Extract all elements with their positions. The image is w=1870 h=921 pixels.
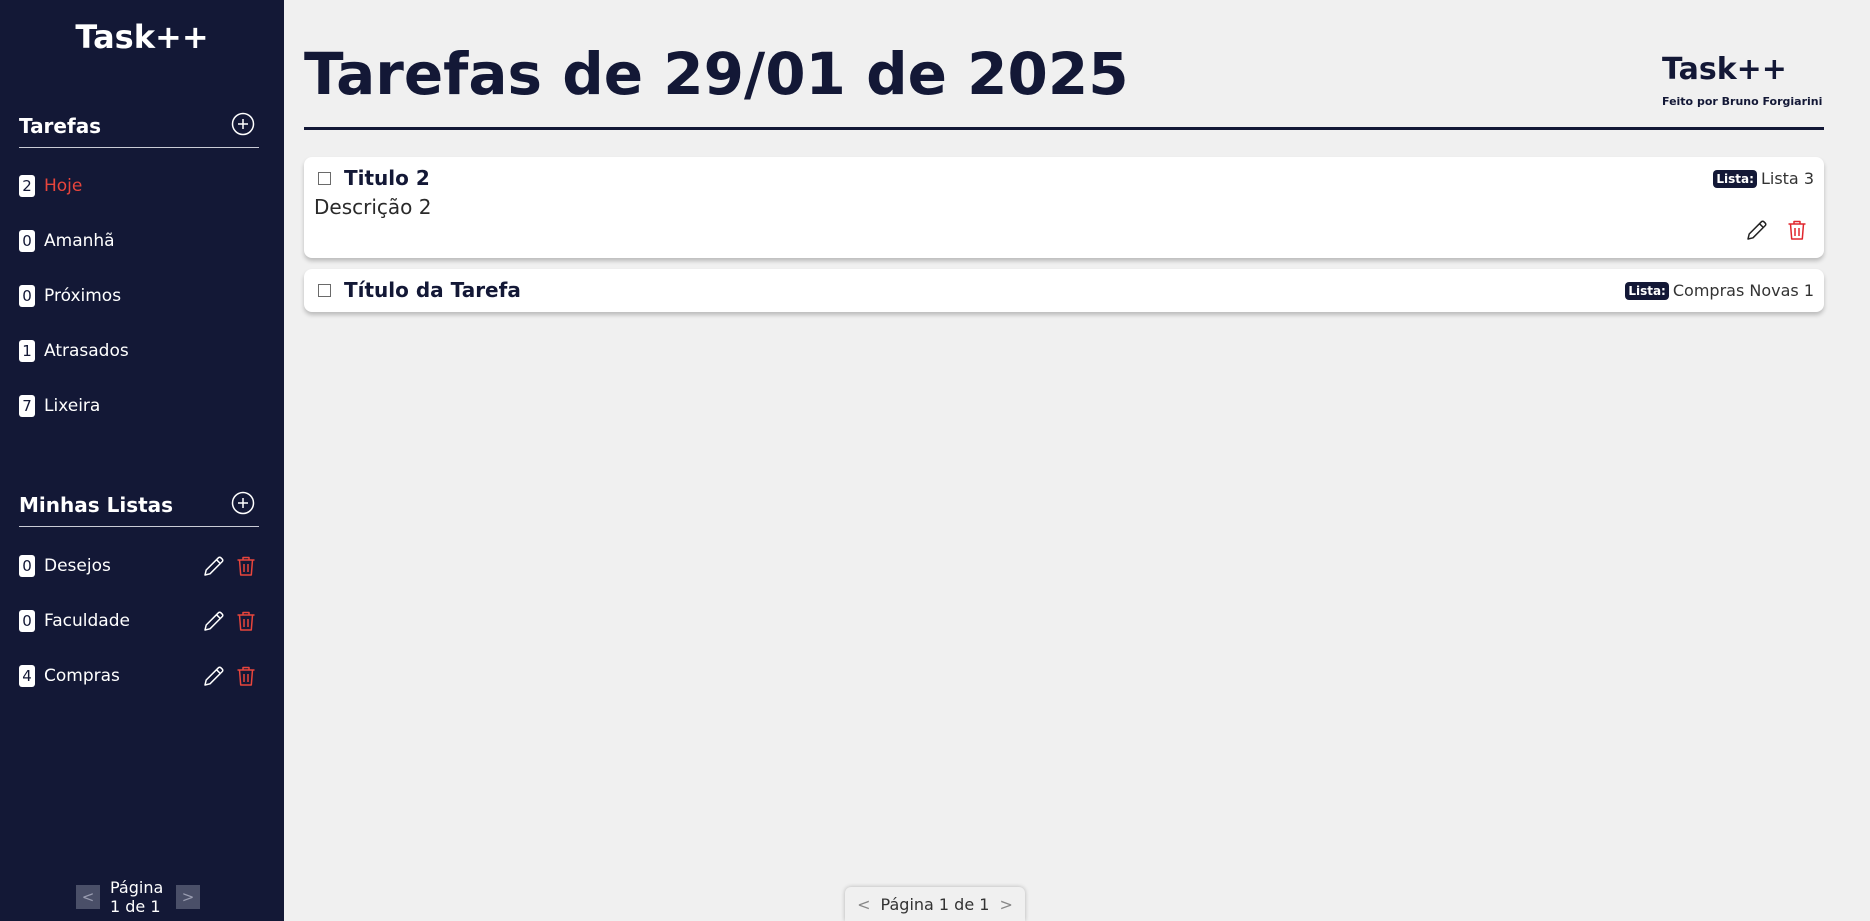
count-badge: 4 <box>19 665 35 687</box>
count-badge: 0 <box>19 230 35 252</box>
task-description: Descrição 2 <box>314 195 432 219</box>
trash-icon <box>237 666 255 686</box>
task-checkbox[interactable] <box>318 284 331 297</box>
list-name: Lista 3 <box>1760 169 1814 188</box>
edit-task-button[interactable] <box>1744 217 1770 243</box>
trash-icon <box>237 556 255 576</box>
main-pagination: < Página 1 de 1 > <box>845 887 1025 921</box>
lists-section-title: Minhas Listas <box>19 493 174 517</box>
count-badge: 2 <box>19 175 35 197</box>
sidebar-item-label: Próximos <box>44 286 122 306</box>
add-list-button[interactable] <box>231 491 255 515</box>
trash-icon <box>237 611 255 631</box>
header-divider <box>304 127 1824 130</box>
edit-list-button[interactable] <box>201 663 227 689</box>
header-brand: Task++ Feito por Bruno Forgiarini <box>1662 52 1822 108</box>
task-checkbox[interactable] <box>318 172 331 185</box>
sidebar-item-atrasados[interactable]: 1 Atrasados <box>19 337 259 365</box>
delete-list-button[interactable] <box>233 553 259 579</box>
sidebar-brand: Task++ <box>75 18 209 56</box>
count-badge: 0 <box>19 555 35 577</box>
pencil-icon <box>1747 220 1767 240</box>
sidebar-pagination: < Página 1 de 1 > <box>76 878 200 916</box>
list-item-label: Compras <box>44 666 120 686</box>
sidebar-item-hoje[interactable]: 2 Hoje <box>19 172 259 200</box>
list-tag: Lista: <box>1713 169 1757 188</box>
list-name: Compras Novas 1 <box>1672 281 1814 300</box>
main-content: Tarefas de 29/01 de 2025 Task++ Feito po… <box>284 0 1870 921</box>
page-indicator: Página 1 de 1 <box>880 894 990 914</box>
pencil-icon <box>204 556 224 576</box>
task-card[interactable]: Título da Tarefa Lista: Compras Novas 1 <box>304 269 1824 312</box>
delete-list-button[interactable] <box>233 663 259 689</box>
task-list-label: Lista: Compras Novas 1 <box>1625 281 1814 300</box>
sidebar-item-proximos[interactable]: 0 Próximos <box>19 282 259 310</box>
sidebar-item-label: Hoje <box>44 176 83 196</box>
page-title: Tarefas de 29/01 de 2025 <box>304 40 1129 108</box>
sidebar-next-page-button[interactable]: > <box>176 885 200 909</box>
prev-page-button[interactable]: < <box>847 895 880 914</box>
edit-list-button[interactable] <box>201 553 227 579</box>
count-badge: 0 <box>19 285 35 307</box>
delete-task-button[interactable] <box>1784 217 1810 243</box>
tasks-section-title: Tarefas <box>19 114 102 138</box>
list-item-faculdade[interactable]: 0 Faculdade <box>19 607 259 635</box>
task-card[interactable]: Titulo 2 Descrição 2 Lista: Lista 3 <box>304 157 1824 258</box>
tasks-section-header: Tarefas <box>19 108 259 148</box>
list-item-label: Faculdade <box>44 611 130 631</box>
delete-list-button[interactable] <box>233 608 259 634</box>
sidebar-page-indicator: Página 1 de 1 <box>110 878 164 916</box>
header-brand-title: Task++ <box>1662 52 1787 87</box>
task-actions <box>1730 217 1810 243</box>
header-credit: Feito por Bruno Forgiarini <box>1662 95 1823 108</box>
count-badge: 1 <box>19 340 35 362</box>
pencil-icon <box>204 611 224 631</box>
list-item-compras[interactable]: 4 Compras <box>19 662 259 690</box>
sidebar-item-label: Lixeira <box>44 396 101 416</box>
count-badge: 0 <box>19 610 35 632</box>
list-tag: Lista: <box>1625 281 1669 300</box>
sidebar-item-lixeira[interactable]: 7 Lixeira <box>19 392 259 420</box>
task-title: Título da Tarefa <box>344 278 521 302</box>
plus-circle-icon <box>231 491 255 515</box>
sidebar-item-amanha[interactable]: 0 Amanhã <box>19 227 259 255</box>
next-page-button[interactable]: > <box>989 895 1022 914</box>
edit-list-button[interactable] <box>201 608 227 634</box>
lists-section-header: Minhas Listas <box>19 487 259 527</box>
count-badge: 7 <box>19 395 35 417</box>
list-item-desejos[interactable]: 0 Desejos <box>19 552 259 580</box>
list-item-label: Desejos <box>44 556 111 576</box>
add-task-button[interactable] <box>231 112 255 136</box>
pencil-icon <box>204 666 224 686</box>
sidebar-item-label: Atrasados <box>44 341 129 361</box>
trash-icon <box>1788 220 1806 240</box>
sidebar-item-label: Amanhã <box>44 231 115 251</box>
plus-circle-icon <box>231 112 255 136</box>
task-list-label: Lista: Lista 3 <box>1713 169 1814 188</box>
task-title: Titulo 2 <box>344 166 430 190</box>
sidebar-prev-page-button[interactable]: < <box>76 885 100 909</box>
sidebar: Task++ Tarefas 2 Hoje 0 Amanhã 0 Próximo… <box>0 0 284 921</box>
